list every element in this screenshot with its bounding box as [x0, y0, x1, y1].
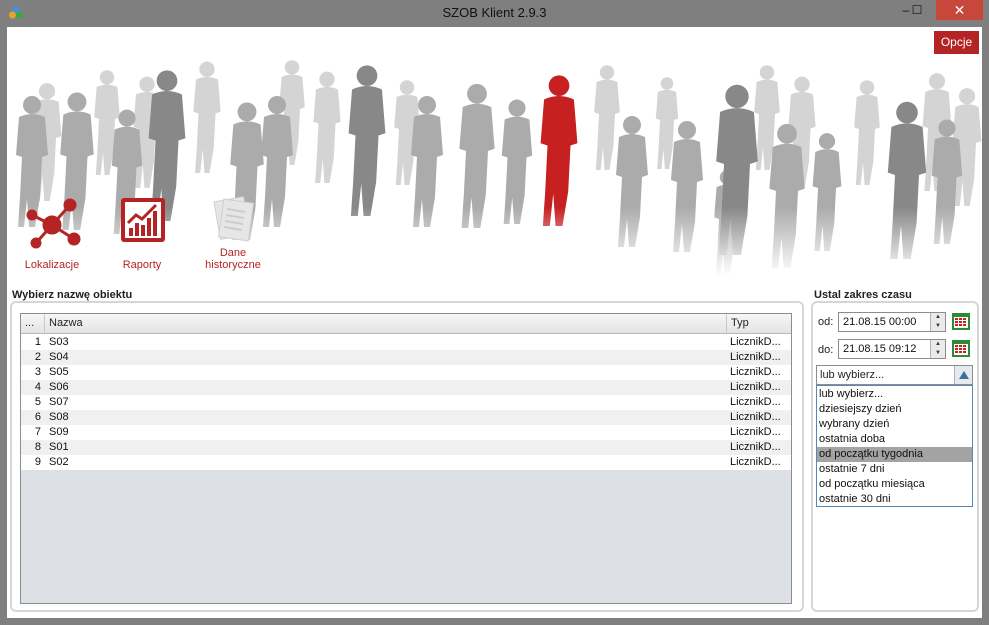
- from-calendar-icon[interactable]: [951, 311, 971, 331]
- row-type: LicznikD...: [730, 441, 781, 453]
- dropdown-option[interactable]: dziesiejszy dzień: [817, 402, 972, 417]
- to-calendar-icon[interactable]: [951, 338, 971, 358]
- row-type: LicznikD...: [730, 396, 781, 408]
- range-preset-value: lub wybierz...: [820, 369, 885, 381]
- toolbar-label-lokalizacje: Lokalizacje: [24, 259, 80, 271]
- row-number: 4: [34, 381, 41, 393]
- toolbar-item-dane-historyczne[interactable]: Dane historyczne: [193, 195, 273, 271]
- row-type: LicznikD...: [730, 381, 781, 393]
- row-number: 2: [34, 351, 41, 363]
- row-number: 7: [34, 426, 41, 438]
- time-range-section-title: Ustal zakres czasu: [814, 289, 912, 301]
- maximize-button[interactable]: ☐: [904, 0, 930, 20]
- range-preset-combo[interactable]: lub wybierz...: [816, 365, 973, 385]
- row-type: LicznikD...: [730, 411, 781, 423]
- toolbar-label-dane-historyczne: Dane historyczne: [205, 247, 261, 271]
- row-name: S04: [49, 351, 69, 363]
- title-bar[interactable]: SZOB Klient 2.9.3 – ☐ ✕: [0, 0, 989, 25]
- row-name: S02: [49, 456, 69, 468]
- to-date-spinner[interactable]: ▲ ▼: [930, 340, 945, 358]
- table-row[interactable]: 2 S04 LicznikD...: [21, 350, 791, 365]
- range-preset-dropdown[interactable]: lub wybierz... dziesiejszy dzień wybrany…: [816, 385, 973, 507]
- window-title: SZOB Klient 2.9.3: [442, 5, 547, 20]
- documents-icon: [213, 196, 255, 242]
- close-button[interactable]: ✕: [936, 0, 983, 20]
- from-date-field[interactable]: 21.08.15 00:00 ▲ ▼: [838, 312, 946, 332]
- row-name: S06: [49, 381, 69, 393]
- row-type: LicznikD...: [730, 366, 781, 378]
- row-number: 9: [34, 456, 41, 468]
- to-date-field[interactable]: 21.08.15 09:12 ▲ ▼: [838, 339, 946, 359]
- objects-table[interactable]: ... Nazwa Typ 1 S03 LicznikD... 2 S04 Liczni…: [20, 313, 792, 604]
- dropdown-option[interactable]: ostatnie 7 dni: [817, 462, 972, 477]
- objects-section-title: Wybierz nazwę obiektu: [12, 289, 133, 301]
- table-header: ... Nazwa Typ: [21, 314, 791, 334]
- table-row[interactable]: 5 S07 LicznikD...: [21, 395, 791, 410]
- table-row[interactable]: 4 S06 LicznikD...: [21, 380, 791, 395]
- dropdown-option[interactable]: ostatnie 30 dni: [817, 492, 972, 507]
- row-name: S07: [49, 396, 69, 408]
- column-header-index[interactable]: ...: [21, 314, 45, 333]
- row-type: LicznikD...: [730, 456, 781, 468]
- row-number: 1: [34, 336, 41, 348]
- dropdown-option[interactable]: od początku miesiąca: [817, 477, 972, 492]
- dropdown-option[interactable]: lub wybierz...: [817, 387, 972, 402]
- app-window: SZOB Klient 2.9.3 – ☐ ✕ Opcje Lokalizacj…: [0, 0, 989, 625]
- row-name: S05: [49, 366, 69, 378]
- row-name: S03: [49, 336, 69, 348]
- column-header-nazwa[interactable]: Nazwa: [45, 314, 727, 333]
- dropdown-option-selected[interactable]: od początku tygodnia: [817, 447, 972, 462]
- column-header-typ[interactable]: Typ: [727, 314, 791, 333]
- toolbar-item-raporty[interactable]: Raporty: [102, 195, 182, 271]
- row-name: S01: [49, 441, 69, 453]
- to-label: do:: [818, 344, 834, 356]
- from-date-value: 21.08.15 00:00: [843, 316, 917, 328]
- table-row[interactable]: 1 S03 LicznikD...: [21, 335, 791, 350]
- from-label: od:: [818, 316, 834, 328]
- row-type: LicznikD...: [730, 336, 781, 348]
- table-row[interactable]: 9 S02 LicznikD...: [21, 455, 791, 470]
- network-icon: [26, 198, 81, 249]
- to-date-value: 21.08.15 09:12: [843, 343, 917, 355]
- row-number: 8: [34, 441, 41, 453]
- table-row[interactable]: 7 S09 LicznikD...: [21, 425, 791, 440]
- dropdown-option[interactable]: ostatnia doba: [817, 432, 972, 447]
- table-row[interactable]: 8 S01 LicznikD...: [21, 440, 791, 455]
- table-row[interactable]: 3 S05 LicznikD...: [21, 365, 791, 380]
- table-row[interactable]: 6 S08 LicznikD...: [21, 410, 791, 425]
- from-date-spinner[interactable]: ▲ ▼: [930, 313, 945, 331]
- client-area: Opcje Lokalizacje Raporty Dane historycz…: [7, 27, 982, 618]
- row-type: LicznikD...: [730, 351, 781, 363]
- options-button[interactable]: Opcje: [934, 31, 979, 54]
- row-number: 3: [34, 366, 41, 378]
- toolbar-item-lokalizacje[interactable]: Lokalizacje: [12, 195, 92, 271]
- dropdown-option[interactable]: wybrany dzień: [817, 417, 972, 432]
- toolbar-label-raporty: Raporty: [122, 259, 162, 271]
- row-number: 5: [34, 396, 41, 408]
- row-name: S08: [49, 411, 69, 423]
- report-chart-icon: [121, 198, 165, 242]
- triangle-up-icon: [959, 371, 969, 379]
- combo-arrow-button[interactable]: [954, 366, 972, 384]
- row-type: LicznikD...: [730, 426, 781, 438]
- row-name: S09: [49, 426, 69, 438]
- row-number: 6: [34, 411, 41, 423]
